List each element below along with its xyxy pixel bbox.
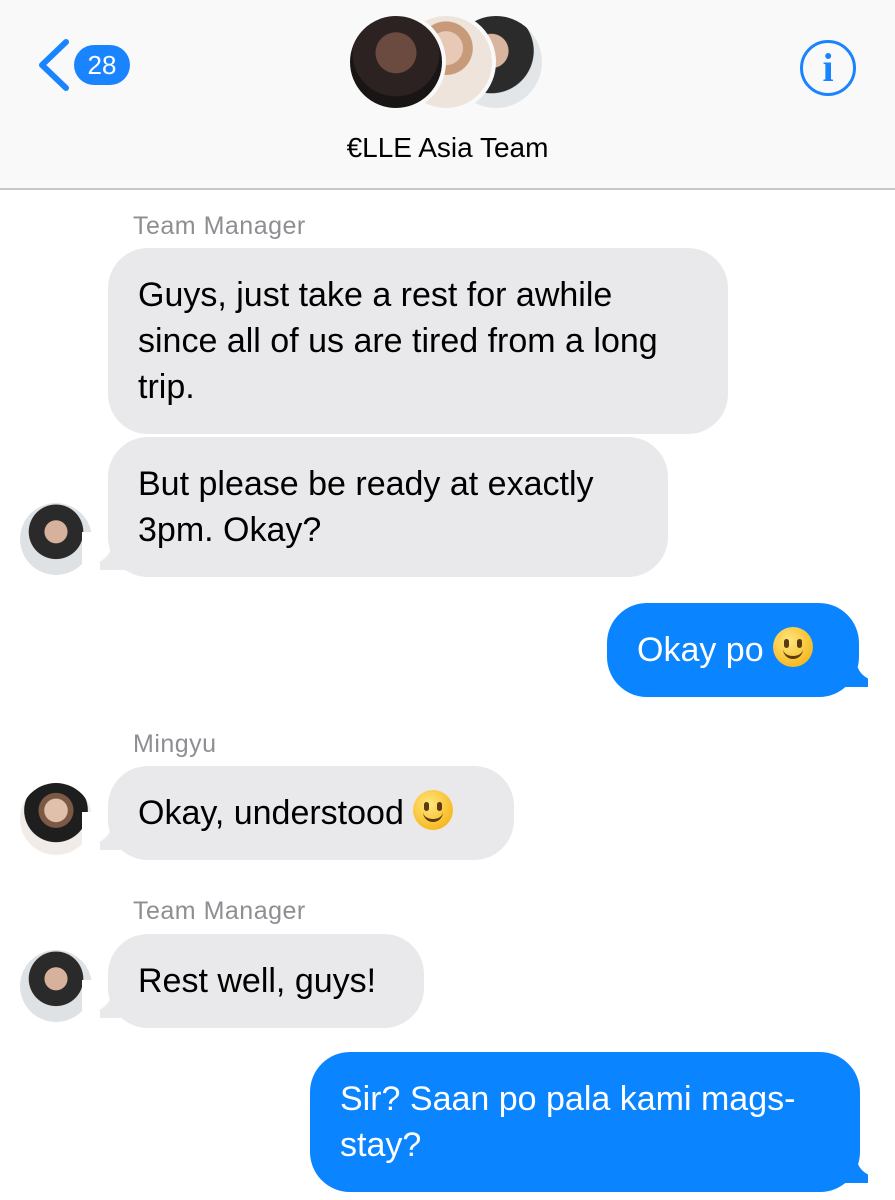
incoming-message-bubble[interactable]: Rest well, guys! [108,934,424,1028]
back-button[interactable]: 28 [36,38,130,92]
conversation-header: 28 €LLE Asia Team i [0,0,895,190]
message-text: But please be ready at exactly 3pm. Okay… [138,465,594,549]
chevron-left-icon [39,39,69,91]
incoming-message-bubble[interactable]: Guys, just take a rest for awhile since … [108,248,728,434]
sender-label: Mingyu [133,730,217,758]
info-icon[interactable]: i [800,40,856,96]
group-avatar-stack[interactable] [346,12,546,112]
slightly-smiling-face-icon [413,790,454,830]
incoming-message-bubble[interactable]: But please be ready at exactly 3pm. Okay… [108,437,668,577]
message-text: Okay po [637,631,764,669]
message-text: Rest well, guys! [138,962,377,1000]
incoming-message-bubble[interactable]: Okay, understood [108,766,514,860]
sender-label: Team Manager [133,212,306,240]
sender-label: Team Manager [133,897,306,925]
message-text: Sir? Saan po pala kami mags-stay? [340,1080,796,1164]
message-text: Guys, just take a rest for awhile since … [138,276,658,406]
message-text: Okay, understood [138,794,404,832]
member-avatar [346,12,446,112]
unread-count-badge: 28 [74,45,130,85]
outgoing-message-bubble[interactable]: Okay po [607,603,859,697]
slightly-smiling-face-icon [773,627,814,667]
group-title[interactable]: €LLE Asia Team [0,132,895,164]
outgoing-message-bubble[interactable]: Sir? Saan po pala kami mags-stay? [310,1052,860,1192]
